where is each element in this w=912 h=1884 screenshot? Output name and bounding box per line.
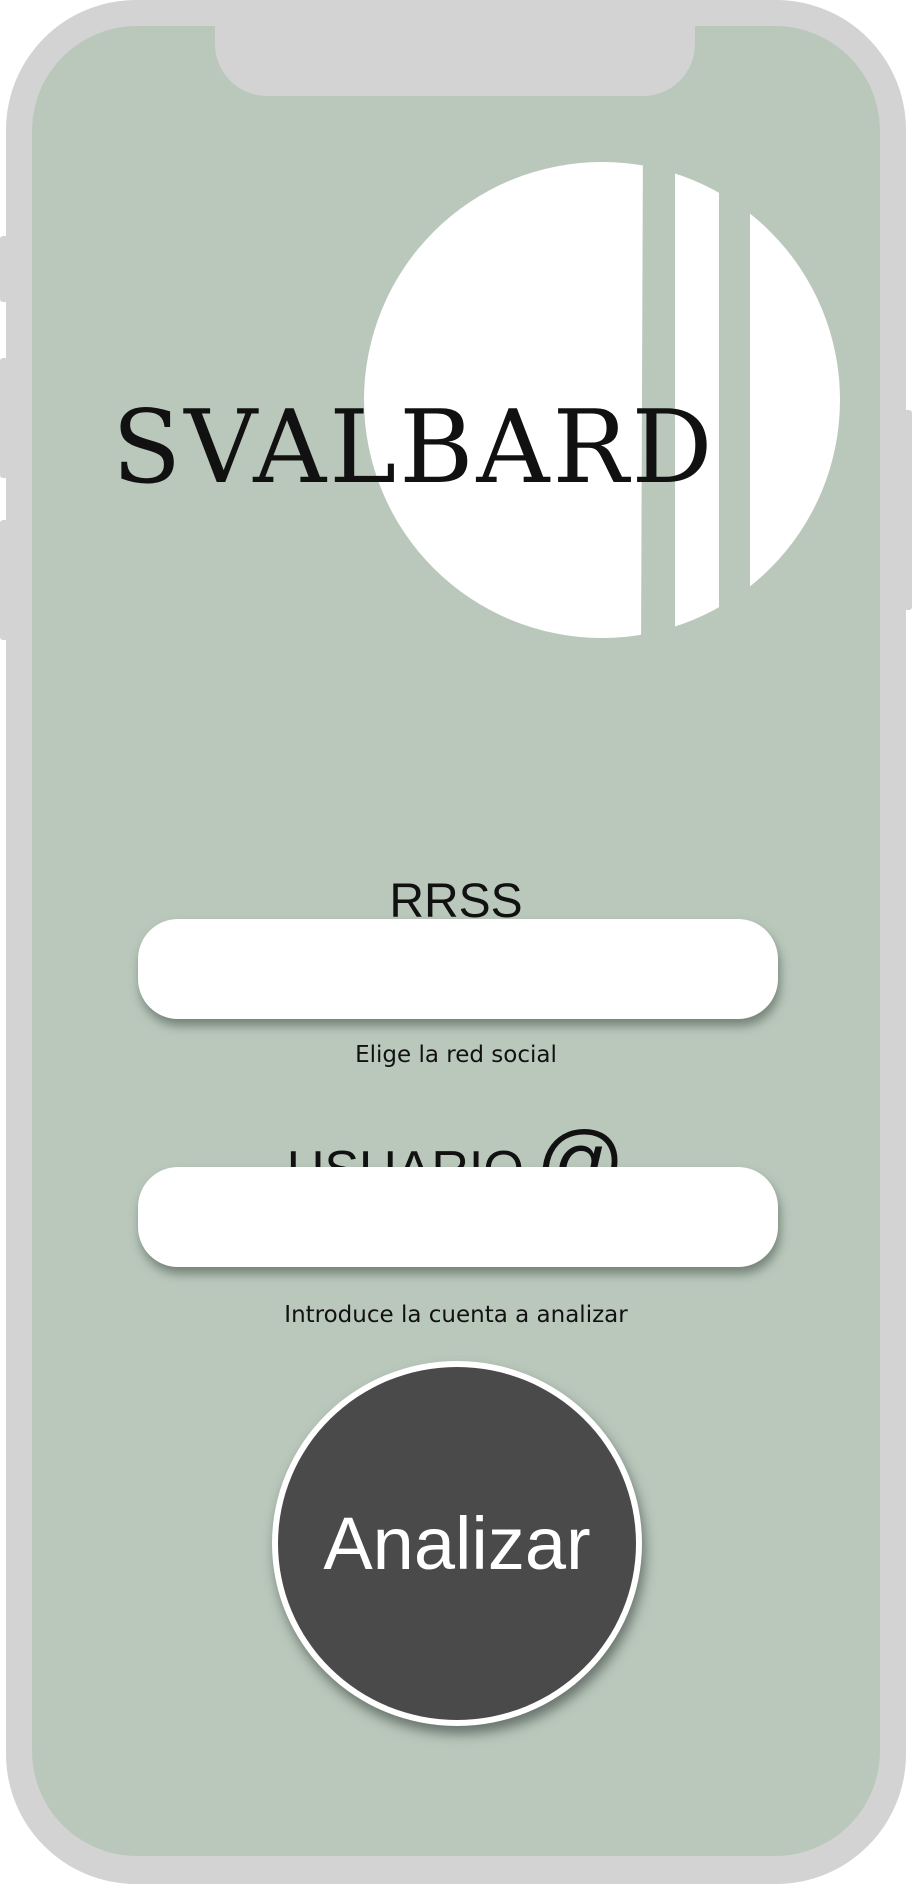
analyze-button-label: Analizar: [323, 1501, 591, 1585]
analyze-button[interactable]: Analizar: [272, 1361, 642, 1726]
analyze-button-face[interactable]: Analizar: [278, 1367, 636, 1720]
rrss-input[interactable]: [138, 919, 778, 1019]
usuario-helper-text: Introduce la cuenta a analizar: [284, 1302, 628, 1328]
usuario-input[interactable]: [138, 1167, 778, 1267]
app-screen: SVALBARD RRSS Elige la red social USUARI…: [32, 26, 880, 1856]
phone-device: SVALBARD RRSS Elige la red social USUARI…: [0, 0, 912, 1884]
brand-title: SVALBARD: [112, 388, 716, 506]
rrss-helper-text: Elige la red social: [355, 1042, 557, 1068]
device-notch: [215, 26, 695, 96]
